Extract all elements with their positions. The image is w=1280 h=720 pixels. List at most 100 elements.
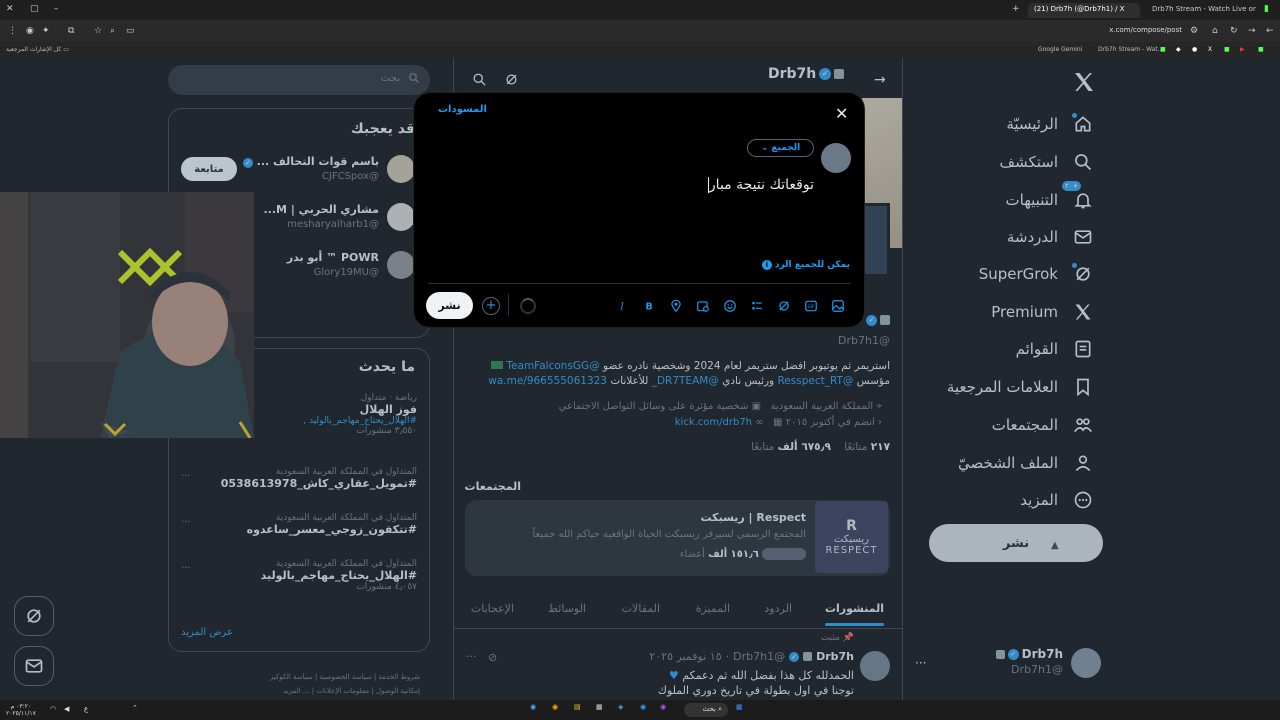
wifi-icon[interactable]: ◠	[50, 705, 56, 713]
bio-mention-dr7team[interactable]: @DR7TEAM_	[652, 375, 719, 387]
new-tab-icon[interactable]: +	[1012, 4, 1020, 14]
followers-stat[interactable]: ٦٧٥٫٩ ألف متابعًا	[751, 441, 831, 453]
x-logo-icon[interactable]	[1072, 70, 1098, 96]
kick-bookmark-icon-3[interactable]: ■	[1258, 46, 1264, 53]
gif-icon[interactable]: GIF	[803, 298, 819, 314]
following-stat[interactable]: ٢١٧ متابَعًا	[844, 441, 890, 453]
sidebar-item-person[interactable]: الملف الشخصيّ	[958, 447, 1094, 479]
bookmark-icon-b[interactable]: ●	[1192, 46, 1197, 53]
profile-icon[interactable]: ◉	[26, 26, 34, 36]
restore-window-icon[interactable]: ▢	[30, 4, 39, 14]
zoom-icon[interactable]: ⌕	[110, 26, 115, 36]
image-icon[interactable]	[830, 298, 846, 314]
grok-floating-button[interactable]	[14, 596, 54, 636]
sidebar-item-bell[interactable]: +٢٠ التنبيهات	[1006, 181, 1094, 216]
more-dots-icon[interactable]: ···	[181, 563, 191, 574]
reload-icon[interactable]: ↻	[1230, 26, 1238, 36]
explorer-taskbar-icon[interactable]: ▤	[574, 703, 581, 711]
compose-textarea[interactable]: توقعاتك نتيجة مبار	[654, 177, 814, 193]
italic-icon[interactable]: I	[614, 298, 630, 314]
messages-floating-button[interactable]	[14, 646, 54, 686]
grok-profile-icon[interactable]	[504, 72, 519, 91]
bio-mention-respect[interactable]: @Resspect_RT	[777, 375, 853, 387]
add-post-icon[interactable]: +	[482, 297, 500, 315]
footer-link[interactable]: ... المزيد	[283, 687, 310, 695]
sidebar-item-list[interactable]: القوائم	[1016, 333, 1094, 365]
sidebar-item-more[interactable]: المزيد	[1020, 484, 1094, 516]
footer-link[interactable]: إمكانية الوصول	[376, 687, 420, 695]
bio-link[interactable]: wa.me/966555061323	[488, 375, 607, 387]
sidebar-item-search[interactable]: استكشف	[1000, 146, 1094, 178]
emoji-icon[interactable]	[722, 298, 738, 314]
kick-bookmark-icon-2[interactable]: ■	[1224, 46, 1230, 53]
trend-item[interactable]: المتداول في المملكة العربية السعودية #تم…	[181, 467, 417, 501]
bio-mention-falcons[interactable]: @TeamFalconsGG	[506, 360, 599, 372]
sidebar-item-communities[interactable]: المجتمعات	[992, 409, 1094, 441]
footer-link[interactable]: معلومات الإعلانات	[316, 687, 369, 695]
close-icon[interactable]: ✕	[835, 104, 848, 123]
post-button[interactable]: نشر	[929, 524, 1103, 562]
tab-media[interactable]: الوسائط	[548, 602, 586, 615]
bookmark-drb7h-stream[interactable]: Drb7h Stream - Wat...	[1098, 46, 1163, 53]
tab-posts[interactable]: المنشورات	[824, 602, 884, 626]
more-dots-icon[interactable]: ···	[466, 650, 477, 663]
reply-settings[interactable]: يمكن للجميع الرد i	[714, 260, 850, 270]
kick-bookmark-icon[interactable]: ■	[1160, 46, 1166, 53]
modal-post-button[interactable]: نشر	[426, 292, 473, 319]
minimize-window-icon[interactable]: –	[54, 4, 59, 14]
forward-icon[interactable]: →	[1248, 26, 1256, 36]
grok-compose-icon[interactable]	[776, 298, 792, 314]
profile-website[interactable]: kick.com/drb7h	[675, 417, 752, 428]
url-bar[interactable]: x.com/compose/post	[1109, 26, 1182, 34]
search-input[interactable]: بحث	[168, 65, 430, 95]
trend-item[interactable]: المتداول في المملكة العربية السعودية #ال…	[181, 559, 417, 609]
cast-icon[interactable]: ▭	[126, 26, 135, 36]
account-switcher[interactable]: Drb7h ✓ @Drb7h1 ···	[905, 644, 1105, 684]
grok-post-icon[interactable]: ⊘	[488, 651, 497, 664]
sidebar-item-grok[interactable]: SuperGrok	[979, 258, 1094, 290]
back-arrow-icon[interactable]: →	[874, 72, 886, 88]
tab-x-profile[interactable]: (21) Drb7h (@Drb7h1) / X	[1028, 3, 1140, 18]
volume-icon[interactable]: ◀	[64, 705, 69, 713]
more-dots-icon[interactable]: ···	[181, 517, 191, 528]
close-window-icon[interactable]: ✕	[6, 4, 14, 14]
audience-selector[interactable]: الجميع ⌄	[747, 139, 814, 157]
tab-highlights[interactable]: المميزة	[696, 602, 730, 615]
back-icon[interactable]: ←	[1266, 26, 1274, 36]
extensions-icon[interactable]: ✦	[42, 26, 50, 36]
tab-likes[interactable]: الإعجابات	[471, 602, 514, 615]
footer-link[interactable]: شروط الخدمة	[378, 673, 420, 681]
footer-link[interactable]: سياسة الخصوصية	[320, 673, 372, 681]
all-bookmarks-link[interactable]: كل الإشارات المرجعية ▭	[6, 46, 69, 53]
x-bookmark-icon[interactable]: X	[1208, 46, 1212, 53]
sidebar-item-bookmark[interactable]: العلامات المرجعية	[947, 371, 1094, 403]
steam-taskbar-icon[interactable]: ◉	[530, 703, 536, 711]
location-pin-icon[interactable]	[668, 298, 684, 314]
bold-icon[interactable]: B	[641, 298, 657, 314]
search-profile-icon[interactable]	[472, 72, 487, 91]
chrome-taskbar-icon[interactable]: ◉	[552, 703, 558, 711]
sidebar-item-x-logo[interactable]: Premium	[991, 296, 1094, 328]
site-settings-icon[interactable]: ⚙	[1190, 26, 1198, 36]
clock[interactable]: ٠٣:٢٠ م ٢٠٢٥/١١/١٧	[6, 703, 36, 717]
edge-taskbar-icon[interactable]: ◉	[640, 703, 646, 711]
tab-kick-stream[interactable]: Drb7h Stream - Watch Live on Kick	[1146, 3, 1256, 18]
steam-taskbar-icon-2[interactable]: ◈	[618, 703, 623, 711]
trend-item[interactable]: المتداول في المملكة العربية السعودية #تت…	[181, 513, 417, 547]
bookmark-star-icon[interactable]: ☆	[94, 26, 102, 36]
tray-chevron-icon[interactable]: ⌃	[132, 704, 138, 712]
community-card[interactable]: R ريسبكت RESPECT Respect | ريسبكت المجتم…	[465, 500, 890, 576]
tab-articles[interactable]: المقالات	[622, 602, 660, 615]
footer-link[interactable]: سياسة الكوكيز	[270, 673, 313, 681]
language-indicator[interactable]: ع	[84, 705, 88, 713]
bookmark-gemini[interactable]: Google Gemini	[1038, 46, 1082, 53]
screenshot-icon[interactable]: ⧉	[68, 26, 74, 36]
follow-button[interactable]: متابعة	[181, 157, 237, 181]
discord-taskbar-icon[interactable]: ◉	[660, 703, 666, 711]
drafts-link[interactable]: المسودات	[438, 104, 487, 115]
bookmark-icon-a[interactable]: ◆	[1176, 46, 1181, 53]
windows-start-icon[interactable]: ▦	[736, 703, 743, 711]
more-dots-icon[interactable]: ···	[181, 471, 191, 482]
home-browser-icon[interactable]: ⌂	[1212, 26, 1218, 36]
menu-icon[interactable]: ⋮	[8, 26, 17, 36]
